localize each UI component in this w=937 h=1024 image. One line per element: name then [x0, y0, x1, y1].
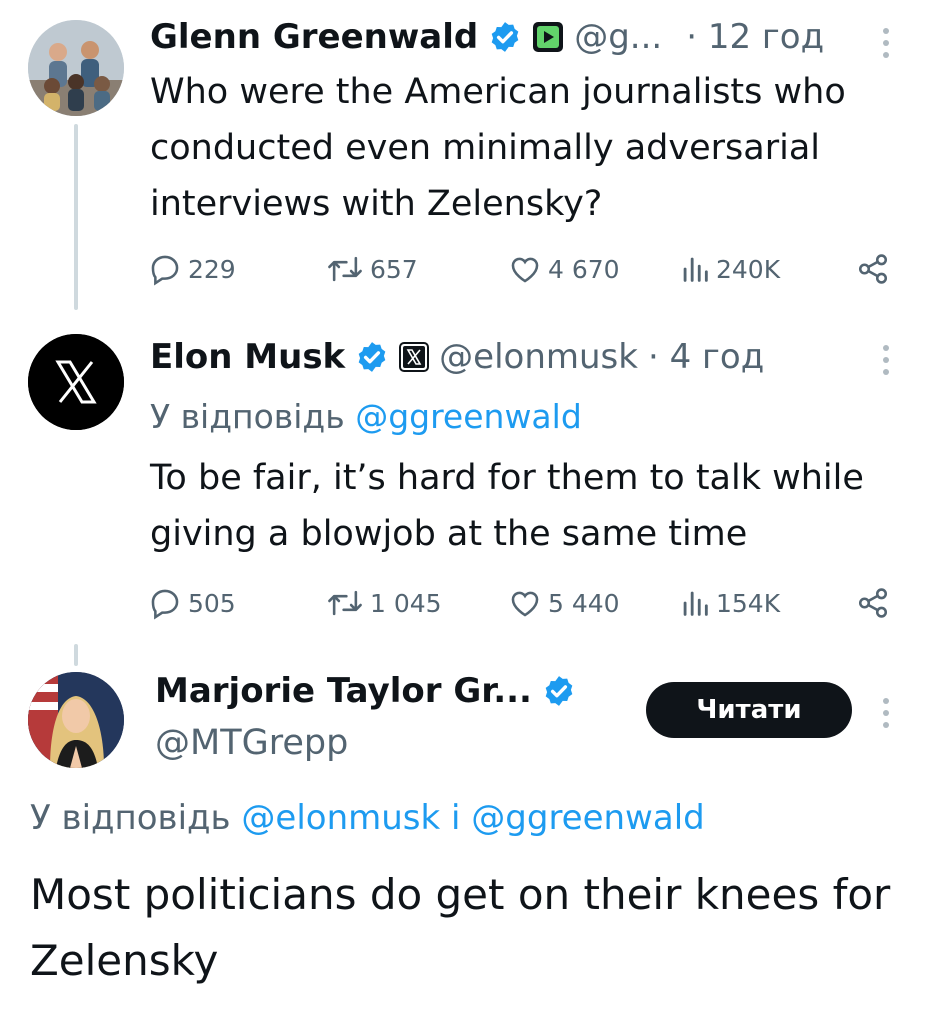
elon-avatar[interactable]: [28, 334, 124, 430]
glenn-tweet-text: Who were the American journalists who co…: [150, 72, 846, 224]
mention-link-ggreenwald[interactable]: @ggreenwald: [471, 798, 704, 838]
mention-link-elonmusk[interactable]: @elonmusk: [241, 798, 440, 838]
mtg-tweet-text: Most politicians do get on their knees f…: [30, 870, 891, 985]
mtg-name[interactable]: Marjorie Taylor Gr...: [155, 671, 532, 711]
elon-like-button[interactable]: 5 440: [508, 586, 620, 620]
like-count: 5 440: [548, 588, 620, 618]
share-icon: [858, 588, 888, 618]
tweet3-header: Marjorie Taylor Gr...: [155, 670, 576, 712]
x-affiliate-badge-icon: [399, 342, 430, 372]
glenn-views-button[interactable]: 240K: [680, 252, 780, 286]
verified-badge-icon: [491, 22, 519, 52]
elon-reply-button[interactable]: 505: [148, 586, 236, 620]
repost-count: 657: [370, 254, 418, 284]
verified-badge-icon: [358, 342, 386, 372]
glenn-handle[interactable]: @g...: [574, 17, 662, 57]
reply-count: 229: [188, 254, 236, 284]
elon-reply-context: У відповідь @ggreenwald: [150, 396, 582, 438]
mtg-avatar[interactable]: [28, 672, 124, 768]
elon-time[interactable]: · 4 год: [648, 337, 764, 377]
share-icon: [858, 254, 888, 284]
tweet2-header: Elon Musk @elonmusk · 4 год: [150, 336, 764, 378]
reply-to-label: У відповідь: [150, 397, 345, 436]
mtg-handle[interactable]: @MTGrepp: [155, 722, 348, 764]
glenn-name[interactable]: Glenn Greenwald: [150, 17, 478, 57]
profile-photo-icon: [28, 672, 124, 768]
reply-icon: [151, 255, 179, 286]
heart-icon: [511, 591, 539, 617]
thread-line: [74, 644, 78, 666]
x-logo-icon: [28, 334, 124, 430]
mention-link[interactable]: @ggreenwald: [355, 397, 582, 436]
thread-line: [74, 124, 78, 310]
heart-icon: [511, 257, 539, 283]
like-count: 4 670: [548, 254, 620, 284]
more-options-icon[interactable]: [880, 696, 892, 730]
more-options-icon[interactable]: [880, 26, 892, 60]
glenn-avatar[interactable]: [28, 20, 124, 116]
reply-count: 505: [188, 588, 236, 618]
verified-badge-icon: [545, 676, 573, 706]
glenn-repost-button[interactable]: 657: [326, 252, 418, 286]
repost-icon: [328, 256, 362, 282]
tweet1-header: Glenn Greenwald @g... · 12 год: [150, 16, 824, 58]
elon-name[interactable]: Elon Musk: [150, 337, 345, 377]
glenn-time[interactable]: · 12 год: [686, 17, 824, 57]
follow-button[interactable]: Читати: [646, 682, 852, 738]
glenn-share-button[interactable]: [856, 252, 890, 286]
views-count: 154K: [716, 588, 781, 618]
glenn-like-button[interactable]: 4 670: [508, 252, 620, 286]
reply-icon: [151, 589, 179, 620]
elon-tweet-text: To be fair, it’s hard for them to talk w…: [150, 458, 864, 554]
rumble-badge-icon: [533, 22, 564, 52]
views-chart-icon: [683, 257, 708, 282]
elon-share-button[interactable]: [856, 586, 890, 620]
elon-views-button[interactable]: 154K: [680, 586, 780, 620]
family-photo-icon: [28, 20, 124, 116]
reply-to-label: У відповідь: [30, 798, 231, 838]
views-chart-icon: [683, 591, 708, 616]
glenn-reply-button[interactable]: 229: [148, 252, 236, 286]
mtg-reply-context: У відповідь @elonmusk і @ggreenwald: [30, 797, 705, 839]
repost-count: 1 045: [370, 588, 442, 618]
elon-repost-button[interactable]: 1 045: [326, 586, 442, 620]
reply-joiner: і: [451, 798, 461, 838]
views-count: 240K: [716, 254, 781, 284]
repost-icon: [328, 590, 362, 616]
elon-handle[interactable]: @elonmusk: [439, 337, 638, 377]
more-options-icon[interactable]: [880, 343, 892, 377]
